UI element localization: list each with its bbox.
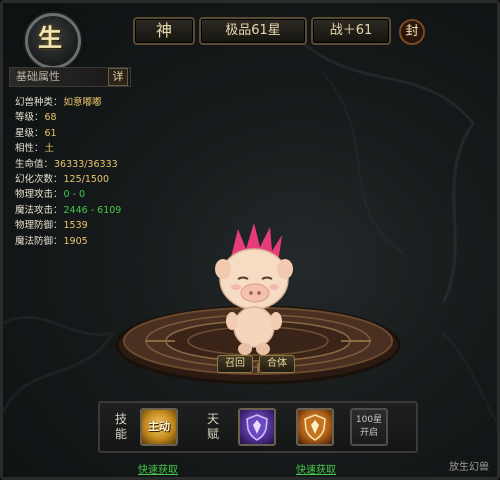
- stat-key: 物理攻击：: [15, 189, 63, 201]
- locked-talent-slot[interactable]: 100星开启: [350, 408, 388, 446]
- pet-character-icon: [215, 223, 293, 355]
- quick-get-skill-link[interactable]: 快速获取: [138, 461, 178, 476]
- stat-row-affinity: 相性：土: [15, 141, 215, 156]
- stat-row-level: 等级：68: [15, 110, 215, 125]
- stat-value: 1539: [63, 220, 88, 232]
- stat-key: 等级：: [15, 112, 44, 124]
- stat-key: 生命值：: [15, 158, 54, 170]
- god-tab-button[interactable]: 神: [133, 17, 195, 45]
- stat-key: 相性：: [15, 143, 44, 155]
- stat-value: 0 - 0: [63, 189, 86, 201]
- purple-shield-icon: [246, 414, 268, 441]
- talent-slot-orange[interactable]: [296, 408, 334, 446]
- basic-attributes-header: 基础属性 详: [9, 67, 131, 87]
- stat-key: 物理防御：: [15, 220, 63, 232]
- locked-slot-text: 100星开启: [355, 415, 383, 438]
- pet-attributes-panel: 生 神 极品61星 战＋61 封 基础属性 详 幻兽种类：如意嘟嘟 等级：68 …: [0, 0, 500, 480]
- stat-row-species: 幻兽种类：如意嘟嘟: [15, 95, 215, 110]
- attribute-list: 幻兽种类：如意嘟嘟 等级：68 星级：61 相性：土 生命值：36333/363…: [15, 95, 215, 249]
- seal-button[interactable]: 封: [399, 19, 425, 45]
- stat-value: 2446 - 6109: [63, 204, 122, 216]
- stat-value: 36333/36333: [54, 158, 118, 170]
- stat-key: 魔法防御：: [15, 235, 63, 247]
- active-skill-text: 主动: [148, 420, 170, 433]
- stat-row-stars: 星级：61: [15, 126, 215, 141]
- talent-label: 天赋: [206, 412, 219, 441]
- recall-button[interactable]: 召回: [217, 355, 253, 373]
- stat-key: 幻化次数：: [15, 173, 63, 185]
- quick-get-talent-link[interactable]: 快速获取: [296, 461, 336, 476]
- orange-shield-icon: [304, 414, 326, 441]
- combat-power-button[interactable]: 战＋61: [311, 17, 391, 45]
- stat-row-magic-attack: 魔法攻击：2446 - 6109: [15, 203, 215, 218]
- skill-label: 技能: [114, 412, 127, 441]
- section-title: 基础属性: [16, 70, 60, 83]
- stat-value: 68: [44, 112, 57, 124]
- release-pet-button[interactable]: 放生幻兽: [449, 458, 489, 473]
- quality-star-button[interactable]: 极品61星: [199, 17, 307, 45]
- stat-value: 如意嘟嘟: [63, 97, 102, 108]
- stat-value: 125/1500: [63, 173, 110, 185]
- stat-value: 土: [44, 143, 55, 155]
- talent-slot-purple[interactable]: [238, 408, 276, 446]
- detail-button[interactable]: 详: [108, 68, 128, 86]
- stat-value: 1905: [63, 235, 88, 247]
- stat-row-magic-defense: 魔法防御：1905: [15, 234, 215, 249]
- active-skill-slot[interactable]: 主动: [140, 408, 178, 446]
- stat-key: 魔法攻击：: [15, 204, 63, 216]
- stat-value: 61: [44, 127, 57, 139]
- stat-row-physical-attack: 物理攻击：0 - 0: [15, 187, 215, 202]
- stat-key: 幻兽种类：: [15, 97, 63, 108]
- merge-button[interactable]: 合体: [259, 355, 295, 373]
- element-emblem: 生: [21, 9, 81, 69]
- stat-key: 星级：: [15, 127, 44, 139]
- stat-row-physical-defense: 物理防御：1539: [15, 218, 215, 233]
- skill-talent-bar: 技能 主动 天赋 100星开启: [98, 401, 418, 453]
- earth-element-icon: 生: [38, 24, 62, 52]
- stat-row-transform-count: 幻化次数：125/1500: [15, 172, 215, 187]
- stat-row-hp: 生命值：36333/36333: [15, 157, 215, 172]
